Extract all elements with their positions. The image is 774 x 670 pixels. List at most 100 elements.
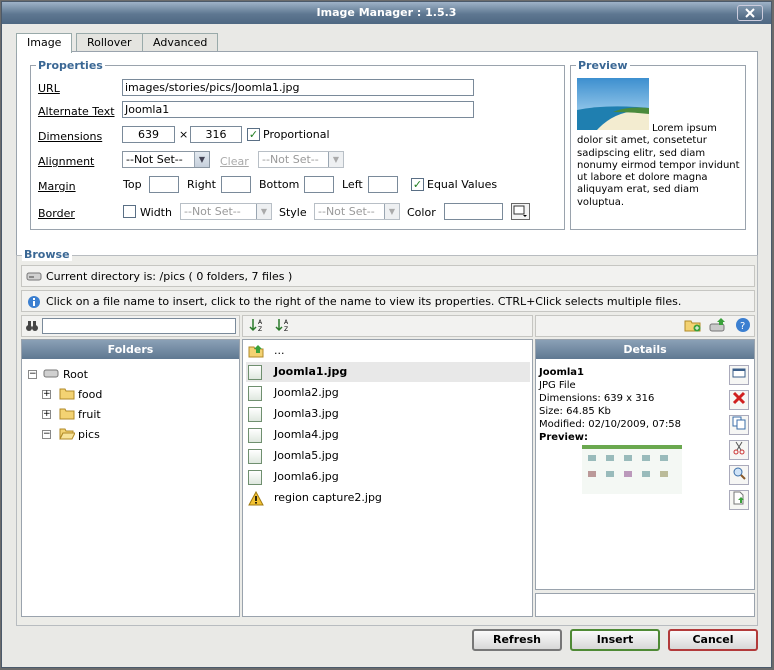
close-button[interactable] <box>737 5 763 21</box>
file-name: Joomla4.jpg <box>274 428 339 441</box>
tab-rollover[interactable]: Rollover <box>76 33 143 52</box>
svg-text:?: ? <box>740 321 745 332</box>
root-collapse-toggle[interactable]: − <box>28 370 37 379</box>
border-width-label: Width <box>140 206 172 219</box>
drive-icon <box>26 272 42 281</box>
file-item[interactable]: region capture2.jpg <box>246 488 530 508</box>
url-input[interactable]: images/stories/pics/Joomla1.jpg <box>122 79 474 96</box>
details-footer <box>535 593 755 617</box>
border-checkbox[interactable]: ✓ <box>123 205 136 218</box>
image-file-icon <box>248 407 262 422</box>
url-label: URL <box>38 82 60 95</box>
browse-legend: Browse <box>22 248 72 261</box>
page-up-icon <box>733 491 744 505</box>
style-select[interactable]: --Not Set-- ▼ <box>314 203 400 220</box>
tab-advanced[interactable]: Advanced <box>142 33 219 52</box>
help-button[interactable]: ? <box>733 317 753 335</box>
preview-text: Lorem ipsum dolor sit amet, consetetur s… <box>577 123 740 208</box>
file-upload-button[interactable] <box>729 490 749 510</box>
height-input[interactable]: 316 <box>190 126 242 143</box>
file-item[interactable]: Joomla5.jpg <box>246 446 530 466</box>
tree-item-pics[interactable]: pics <box>78 428 100 441</box>
details-thumbnail <box>582 445 682 494</box>
cut-button[interactable] <box>729 440 749 460</box>
details-type: JPG File <box>539 380 576 391</box>
style-label: Style <box>279 206 307 219</box>
copy-button[interactable] <box>729 415 749 435</box>
file-item[interactable]: Joomla2.jpg <box>246 383 530 403</box>
folder-icon <box>59 408 75 420</box>
color-input[interactable] <box>444 203 503 220</box>
margin-left-input[interactable] <box>368 176 398 193</box>
proportional-label: Proportional <box>263 128 330 141</box>
window-title: Image Manager : 1.5.3 <box>2 2 771 24</box>
file-name: region capture2.jpg <box>274 491 382 504</box>
image-manager-window: Image Manager : 1.5.3 Image Rollover Adv… <box>1 1 772 668</box>
pics-collapse-toggle[interactable]: − <box>42 430 51 439</box>
details-toolbar: ? <box>535 315 755 337</box>
folder-up-item[interactable]: ... <box>246 341 530 361</box>
new-folder-button[interactable] <box>683 317 703 335</box>
folders-header: Folders <box>22 340 239 359</box>
insert-button[interactable]: Insert <box>570 629 660 651</box>
chevron-down-icon: ▼ <box>194 152 209 167</box>
image-file-icon <box>248 449 262 464</box>
width-input[interactable]: 639 <box>122 126 175 143</box>
border-width-select[interactable]: --Not Set-- ▼ <box>180 203 272 220</box>
file-item[interactable]: Joomla6.jpg <box>246 467 530 487</box>
alignment-select[interactable]: --Not Set-- ▼ <box>122 151 210 168</box>
margin-bottom-label: Bottom <box>259 178 300 191</box>
insert-selection-button[interactable] <box>729 365 749 385</box>
style-value: --Not Set-- <box>318 205 375 218</box>
delete-button[interactable] <box>729 390 749 410</box>
details-name: Joomla1 <box>539 367 585 378</box>
upload-button[interactable] <box>708 317 728 335</box>
chevron-down-icon: ▼ <box>328 152 343 167</box>
file-name: Joomla3.jpg <box>274 407 339 420</box>
sort-za-button[interactable]: AZ <box>273 317 293 335</box>
refresh-button[interactable]: Refresh <box>472 629 562 651</box>
current-directory-text: Current directory is: /pics ( 0 folders,… <box>46 270 293 283</box>
food-expand-toggle[interactable]: + <box>42 390 51 399</box>
color-picker-button[interactable] <box>511 203 530 220</box>
cancel-button[interactable]: Cancel <box>668 629 758 651</box>
folders-pane <box>21 339 240 617</box>
window-icon <box>732 368 746 378</box>
view-button[interactable] <box>729 465 749 485</box>
tree-item-fruit[interactable]: fruit <box>78 408 101 421</box>
alt-text-input[interactable]: Joomla1 <box>122 101 474 118</box>
close-icon <box>745 8 755 18</box>
times-symbol: × <box>179 128 189 141</box>
folder-up-icon <box>248 345 264 358</box>
tree-item-food[interactable]: food <box>78 388 102 401</box>
tree-root[interactable]: Root <box>63 368 88 381</box>
current-directory-bar: Current directory is: /pics ( 0 folders,… <box>21 265 755 287</box>
svg-text:Z: Z <box>258 326 262 333</box>
drive-icon <box>43 369 59 378</box>
file-item[interactable]: Joomla4.jpg <box>246 425 530 445</box>
margin-left-label: Left <box>342 178 363 191</box>
sort-za-icon: AZ <box>275 319 289 333</box>
help-icon: ? <box>736 318 750 332</box>
svg-text:Z: Z <box>284 326 288 333</box>
alignment-value: --Not Set-- <box>126 153 183 166</box>
fruit-expand-toggle[interactable]: + <box>42 410 51 419</box>
file-item[interactable]: Joomla1.jpg <box>246 362 530 382</box>
margin-right-input[interactable] <box>221 176 251 193</box>
margin-label: Margin <box>38 180 76 193</box>
proportional-checkbox[interactable]: ✓ <box>247 128 260 141</box>
margin-top-input[interactable] <box>149 176 179 193</box>
tab-image[interactable]: Image <box>16 33 73 53</box>
file-name: Joomla1.jpg <box>274 365 348 378</box>
clear-select[interactable]: --Not Set-- ▼ <box>258 151 344 168</box>
margin-bottom-input[interactable] <box>304 176 334 193</box>
dimensions-label: Dimensions <box>38 130 103 143</box>
margin-top-label: Top <box>123 178 142 191</box>
sort-az-button[interactable]: AZ <box>247 317 267 335</box>
file-name: Joomla6.jpg <box>274 470 339 483</box>
file-item[interactable]: Joomla3.jpg <box>246 404 530 424</box>
open-folder-icon <box>59 428 75 440</box>
equal-values-checkbox[interactable]: ✓ <box>411 178 424 191</box>
search-input[interactable] <box>42 318 236 334</box>
binoculars-icon <box>26 321 38 331</box>
